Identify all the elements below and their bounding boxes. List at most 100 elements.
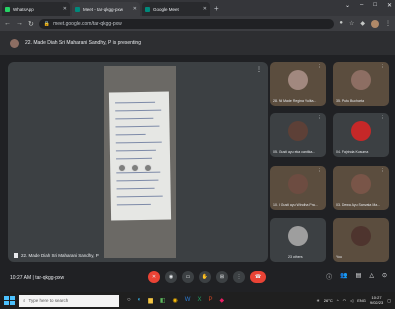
others-tile[interactable]: 23 others [270, 218, 326, 262]
participant-tile[interactable]: ⋮ 35. Putu Bucharta [333, 62, 389, 106]
more-options-icon[interactable]: ⋮ [381, 168, 386, 174]
pin-icon[interactable] [118, 164, 126, 172]
more-options-icon[interactable]: ⋮ [318, 168, 323, 174]
presenter-avatar [10, 38, 19, 48]
excel-icon[interactable]: X [197, 297, 201, 304]
meeting-control-bar: 10:27 AM | tar-qkgg-pxw ✕ ◉ ▭ ✋ ⊞ ⋮ ☎ ⓘ … [0, 266, 395, 292]
weather-temp: 26°C [323, 297, 333, 303]
more-options-icon[interactable]: ⋮ [381, 115, 386, 121]
browser-tab-bar: WhatsApp ✕ Meet - tar-qkgg-pxw ✕ Google … [0, 0, 395, 16]
maximize-button[interactable]: □ [373, 2, 377, 9]
participant-tile[interactable]: ⋮ 03. Dewa Ayu Sanvata Ma... [333, 166, 389, 210]
tab-search-button[interactable]: ⌄ [345, 2, 350, 9]
word-icon[interactable]: W [185, 297, 191, 304]
participant-face [351, 174, 371, 194]
reload-icon[interactable]: ↻ [28, 20, 34, 28]
others-count: 23 others [288, 255, 303, 259]
minimize-button[interactable]: – [360, 2, 363, 9]
store-icon[interactable]: ◧ [160, 297, 166, 304]
forward-icon[interactable]: → [16, 20, 23, 27]
url-text: meet.google.com/tar-qkgg-pxw [53, 20, 122, 27]
tile-hover-controls [118, 164, 152, 172]
tab-meet[interactable]: Meet - tar-qkgg-pxw ✕ [72, 2, 140, 16]
more-options-icon[interactable]: ⋮ [318, 64, 323, 70]
tab-google-meet[interactable]: Google Meet ✕ [142, 2, 210, 16]
activities-icon[interactable]: △ [369, 272, 374, 281]
clock[interactable]: 10:27 9/02/23 [370, 295, 383, 305]
volume-icon[interactable]: ◁ [350, 298, 353, 303]
tab-label: Meet - tar-qkgg-pxw [83, 6, 124, 12]
presentation-banner: 22. Made Diah Sri Maharani Sandhy, P is … [0, 31, 395, 55]
participant-name: 04. Fajrinda Kusuma [336, 150, 369, 154]
self-face [351, 226, 371, 246]
meeting-code: tar-qkgg-pxw [35, 275, 65, 281]
participant-tile[interactable]: ⋮ 05. Gusti ayu eka cantika... [270, 113, 326, 157]
language-indicator[interactable]: ENG [357, 298, 366, 303]
participant-tile[interactable]: ⋮ 28. Ni Made Regina Yulita... [270, 62, 326, 106]
more-options-icon[interactable]: ⋮ [381, 64, 386, 70]
host-controls-icon[interactable]: ⊙ [382, 272, 387, 281]
participant-tile[interactable]: ⋮ 10. I Gusti ayu Windha Pra... [270, 166, 326, 210]
more-options-icon[interactable]: ⋮ [256, 66, 262, 73]
file-explorer-icon[interactable]: ▆ [148, 297, 153, 304]
participant-name: 28. Ni Made Regina Yulita... [273, 99, 317, 103]
close-icon[interactable]: ✕ [133, 6, 137, 12]
leave-call-button[interactable]: ☎ [250, 271, 266, 283]
back-icon[interactable]: ← [4, 20, 11, 27]
search-icon: ⌕ [23, 298, 26, 303]
extensions-icon[interactable]: ◆ [360, 20, 365, 28]
meet-icon [145, 6, 150, 12]
info-icon[interactable]: ⓘ [326, 272, 332, 281]
camera-button[interactable]: ◉ [165, 271, 177, 283]
chrome-icon[interactable]: ◉ [173, 297, 178, 304]
participant-avatar [288, 121, 308, 141]
presenting-text: 22. Made Diah Sri Maharani Sandhy, P is … [25, 40, 141, 46]
taskbar-search[interactable]: ⌕ Type here to search [19, 294, 119, 307]
people-icon[interactable]: 👥 [340, 272, 347, 281]
main-presentation-tile[interactable]: ⋮ 22. Made Diah Sri Maharani Sandhy, P [8, 62, 268, 262]
captions-button[interactable]: ▭ [182, 271, 194, 283]
search-placeholder: Type here to search [28, 298, 69, 303]
app-icon[interactable]: ◆ [220, 297, 225, 304]
separator: | [32, 275, 34, 281]
more-options-icon[interactable]: ⋮ [318, 115, 323, 121]
profile-avatar[interactable] [371, 19, 379, 28]
powerpoint-icon[interactable]: P [208, 297, 212, 304]
self-view-tile[interactable]: You [333, 218, 389, 262]
presenter-name: 22. Made Diah Sri Maharani Sandhy, P [21, 253, 99, 258]
participant-name: 35. Putu Bucharta [336, 99, 365, 103]
close-window-button[interactable]: ✕ [387, 2, 392, 9]
participant-face [288, 70, 308, 90]
side-controls: ⓘ 👥 ▤ △ ⊙ [326, 272, 387, 281]
tab-whatsapp[interactable]: WhatsApp ✕ [2, 2, 70, 16]
task-view-icon[interactable]: ○ [127, 297, 131, 304]
weather-icon[interactable]: ☀ [316, 298, 320, 303]
self-name: You [336, 255, 342, 259]
new-tab-button[interactable]: + [214, 2, 219, 16]
url-field[interactable]: 🔒 meet.google.com/tar-qkgg-pxw [38, 18, 335, 29]
edge-icon[interactable]: ◐ [138, 297, 142, 304]
chat-icon[interactable]: ▤ [356, 272, 362, 281]
windows-start-icon[interactable] [3, 295, 15, 307]
close-icon[interactable]: ✕ [203, 6, 207, 12]
close-icon[interactable]: ✕ [63, 6, 67, 12]
clock-date: 9/02/23 [369, 300, 384, 305]
fullscreen-icon[interactable] [131, 164, 139, 172]
wifi-icon[interactable]: ◠ [343, 298, 347, 303]
tray-chevron-icon[interactable]: ^ [337, 298, 339, 303]
notifications-icon[interactable]: ▢ [387, 298, 391, 303]
presenting-icon [14, 253, 18, 258]
menu-icon[interactable]: ⋮ [385, 20, 391, 28]
taskbar-apps: ○ ◐ ▆ ◧ ◉ W X P ◆ [127, 297, 224, 304]
present-button[interactable]: ⊞ [216, 271, 228, 283]
participant-face [288, 174, 308, 194]
remove-icon[interactable] [144, 164, 152, 172]
mic-off-button[interactable]: ✕ [148, 271, 160, 283]
camera-icon[interactable]: ● [339, 20, 343, 28]
star-icon[interactable]: ☆ [349, 20, 354, 28]
participant-tile[interactable]: ⋮ 04. Fajrinda Kusuma [333, 113, 389, 157]
notebook-paper [108, 91, 172, 221]
participant-name: 10. I Gusti ayu Windha Pra... [273, 203, 318, 207]
raise-hand-button[interactable]: ✋ [199, 271, 211, 283]
more-options-button[interactable]: ⋮ [233, 271, 245, 283]
